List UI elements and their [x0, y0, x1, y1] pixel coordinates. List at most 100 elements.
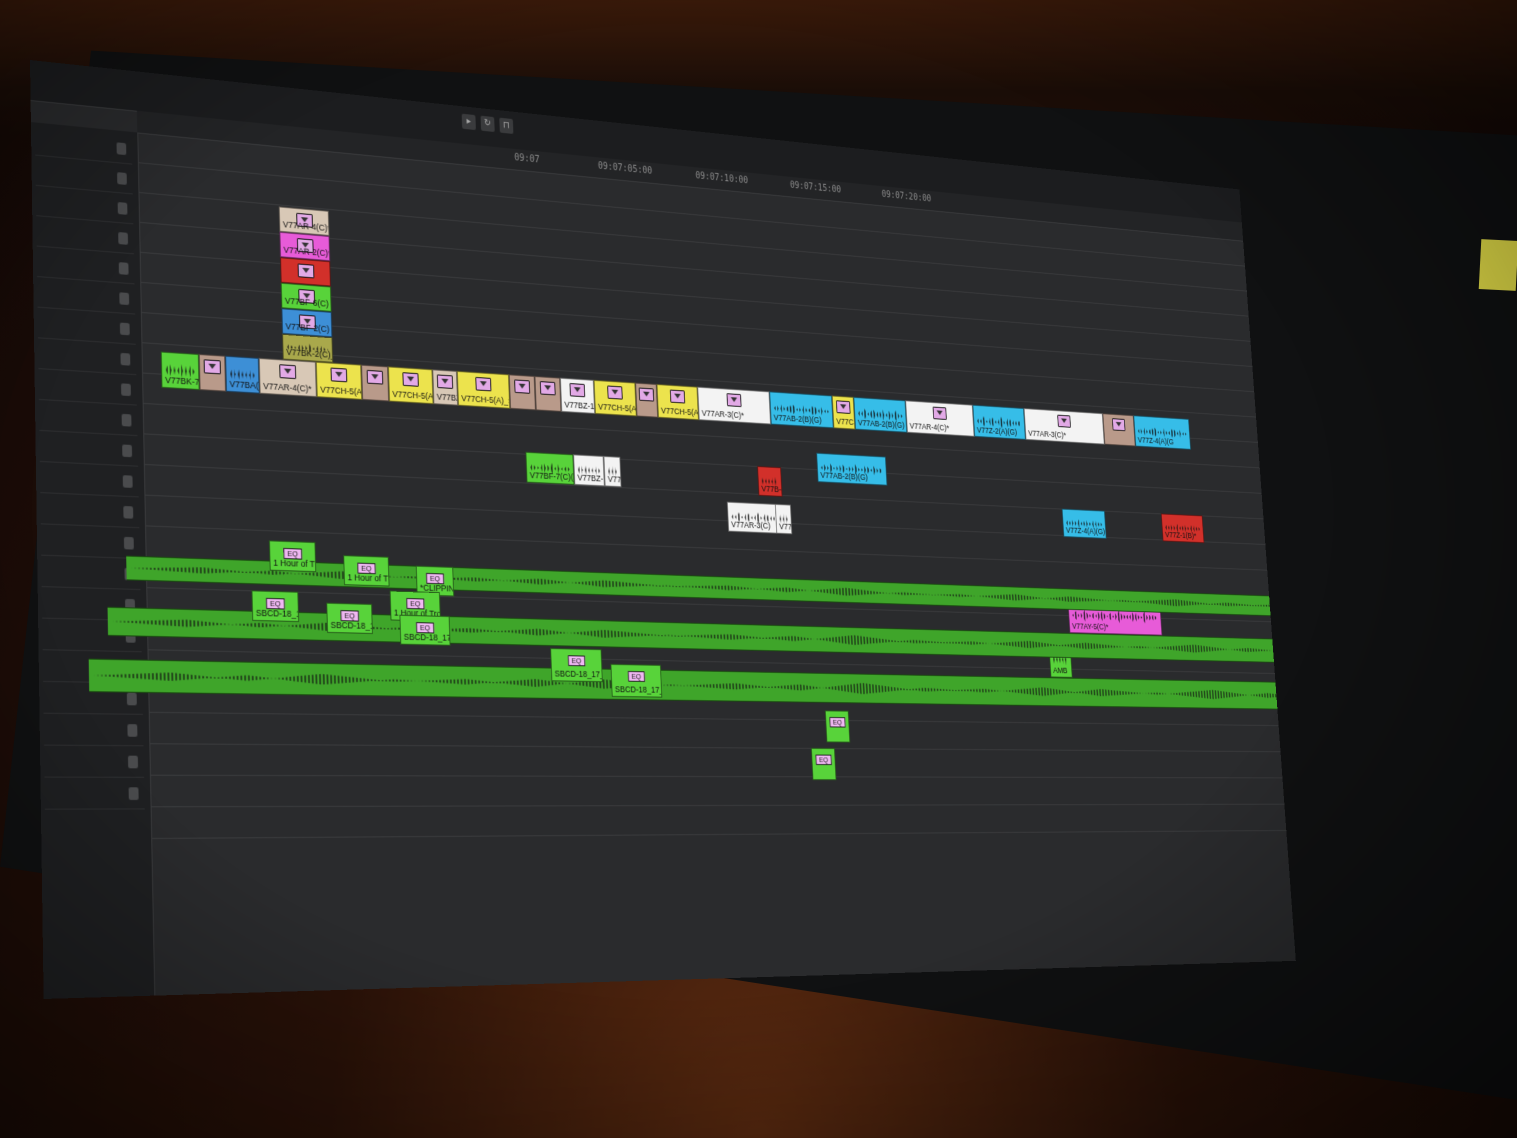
track-header[interactable]	[39, 465, 139, 498]
track-header[interactable]	[38, 403, 138, 437]
clip-effect-icon[interactable]	[726, 393, 742, 408]
clip-effect-icon[interactable]	[607, 385, 623, 400]
audio-clip[interactable]: V77BF-2(C)	[281, 308, 333, 338]
track-header[interactable]	[37, 280, 136, 315]
track-toggle-button[interactable]	[127, 724, 138, 737]
clip-effect-icon[interactable]	[569, 383, 586, 398]
audio-clip[interactable]: V77BA(C)	[225, 355, 260, 394]
track-toggle-button[interactable]	[119, 292, 130, 306]
audio-clip[interactable]: V77CJ-4	[831, 395, 856, 430]
track-header[interactable]	[40, 496, 140, 529]
audio-clip[interactable]: V77CH-5(A)_SER	[656, 384, 699, 421]
track-toggle-button[interactable]	[122, 475, 133, 488]
clip-effect-icon[interactable]	[279, 364, 297, 380]
audio-clip[interactable]: V77Z-1(B)*	[1160, 513, 1205, 544]
audio-clip[interactable]	[635, 382, 659, 418]
clip-effect-icon[interactable]	[539, 381, 556, 396]
clip-effect-icon[interactable]	[402, 372, 419, 387]
track-toggle-button[interactable]	[121, 383, 131, 397]
eq-clip[interactable]: EQ SBCD-18_17_01	[326, 602, 373, 634]
audio-clip[interactable]: V77AR-4(C)*	[258, 357, 317, 398]
track-toggle-button[interactable]	[123, 505, 134, 519]
eq-badge[interactable]: EQ	[815, 754, 832, 766]
track-header[interactable]	[37, 310, 136, 345]
track-header[interactable]	[36, 249, 135, 285]
loop-icon[interactable]: ↻	[480, 115, 495, 133]
eq-badge[interactable]: EQ	[567, 655, 585, 667]
audio-clip[interactable]: V77AR	[774, 503, 793, 535]
audio-clip[interactable]: V77CH-5(A)_SER*	[388, 366, 434, 405]
clip-effect-icon[interactable]	[514, 379, 531, 394]
audio-clip[interactable]: V77AR-3(C)*	[1023, 408, 1105, 445]
clip-effect-icon[interactable]	[203, 359, 221, 375]
audio-clip[interactable]	[534, 376, 562, 412]
audio-clip[interactable]: V77BK-2(C)_PLATE*	[282, 333, 334, 363]
audio-clip[interactable]: V77Z-4(A)(G	[1133, 415, 1191, 450]
track-toggle-button[interactable]	[118, 232, 129, 245]
audio-clip[interactable]: V77AB-2(B)(G)	[816, 452, 888, 486]
track-header[interactable]	[44, 780, 145, 810]
audio-clip[interactable]: V77CH-5(A)_SER*	[456, 370, 511, 409]
clip-effect-icon[interactable]	[1111, 418, 1126, 432]
audio-clip[interactable]: V77CH-5(A)_SER*	[593, 379, 637, 417]
audio-clip[interactable]: V77BZ-1(C)	[573, 454, 605, 487]
audio-clip[interactable]: V77B-1(C)	[757, 466, 783, 497]
track-toggle-button[interactable]	[117, 172, 127, 185]
audio-clip[interactable]	[508, 374, 536, 411]
audio-clip[interactable]: V77AR-3(C)*	[697, 386, 771, 425]
clip-effect-icon[interactable]	[932, 406, 947, 420]
track-header[interactable]	[40, 527, 140, 560]
track-toggle-button[interactable]	[120, 352, 131, 366]
audio-clip[interactable]: V77AR-4(C)*	[905, 400, 975, 437]
track-toggle-button[interactable]	[123, 536, 134, 550]
clip-effect-icon[interactable]	[366, 369, 384, 385]
clip-effect-icon[interactable]	[330, 367, 348, 383]
audio-clip[interactable]: V77BZ-1(C)	[560, 377, 596, 414]
audio-clip[interactable]: V77BF-7(C)(G)	[525, 451, 575, 485]
yellow-clip-offscreen[interactable]	[1478, 239, 1517, 291]
eq-clip[interactable]: EQ	[811, 747, 837, 781]
clip-effect-icon[interactable]	[297, 263, 314, 279]
audio-clip[interactable]: V77Z-2(A)(G)	[972, 404, 1026, 440]
eq-clip[interactable]: EQ SBCD-18_17_01.wav	[399, 614, 451, 646]
audio-clip[interactable]	[198, 353, 227, 392]
track-header[interactable]	[44, 748, 145, 778]
snap-icon[interactable]: ⊓	[499, 117, 514, 134]
eq-clip[interactable]: EQ SBCD-18_17_01.wav	[550, 648, 603, 683]
timeline-lanes[interactable]: V77AR-4(C)* V77AR-2(C)* V77BF-6(C) V77BF-2(…	[88, 132, 1296, 995]
track-header[interactable]	[35, 188, 134, 225]
eq-clip[interactable]: EQ 1 Hour of Tropical	[343, 555, 390, 587]
track-toggle-button[interactable]	[118, 262, 129, 275]
track-header[interactable]	[38, 341, 137, 376]
track-toggle-button[interactable]	[128, 787, 139, 800]
track-toggle-button[interactable]	[119, 322, 130, 336]
eq-badge[interactable]: EQ	[627, 671, 645, 682]
track-toggle-button[interactable]	[122, 444, 133, 458]
audio-clip[interactable]	[361, 364, 390, 402]
track-toggle-button[interactable]	[126, 692, 137, 706]
eq-clip[interactable]: EQ 1 Hour of Tropical	[268, 540, 317, 573]
track-header[interactable]	[38, 372, 137, 406]
eq-clip[interactable]: EQ	[824, 710, 851, 743]
track-header[interactable]	[35, 158, 133, 195]
track-toggle-button[interactable]	[127, 755, 139, 769]
audio-clip[interactable]: V77CH-5(A)_SER*	[315, 361, 363, 400]
track-header[interactable]	[43, 716, 144, 747]
track-toggle-button[interactable]	[121, 413, 132, 427]
clip-effect-icon[interactable]	[1057, 414, 1071, 428]
clip-effect-icon[interactable]	[638, 387, 655, 402]
clip-effect-icon[interactable]	[475, 376, 492, 392]
audio-clip[interactable]: V77AB-2(B)(G)	[769, 391, 834, 429]
audio-clip[interactable]	[1102, 413, 1136, 447]
play-icon[interactable]: ▸	[461, 113, 476, 131]
track-header[interactable]	[39, 434, 139, 467]
track-toggle-button[interactable]	[116, 142, 127, 156]
audio-clip[interactable]	[280, 257, 331, 287]
audio-clip[interactable]: V77BZ	[603, 455, 622, 488]
ambience-track-clip[interactable]	[88, 658, 1296, 711]
track-header[interactable]	[36, 219, 134, 255]
clip-effect-icon[interactable]	[436, 374, 454, 389]
audio-clip[interactable]: V77AB-2(B)(G)	[853, 396, 908, 433]
track-toggle-button[interactable]	[117, 202, 128, 215]
audio-clip[interactable]: V77BZ-2(C	[432, 369, 459, 406]
